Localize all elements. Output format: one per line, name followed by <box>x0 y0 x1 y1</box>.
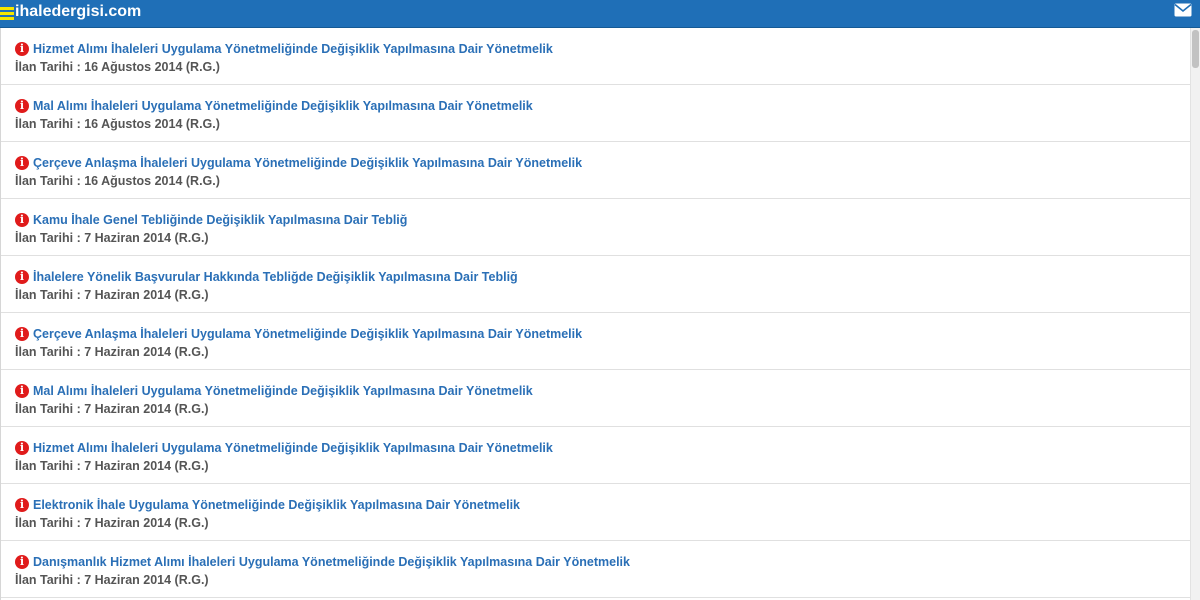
hamburger-menu-icon[interactable] <box>0 7 14 21</box>
list-item: i Hizmet Alımı İhaleleri Uygulama Yönetm… <box>1 28 1190 85</box>
info-icon: i <box>15 441 29 455</box>
site-title[interactable]: ihaledergisi.com <box>15 3 141 21</box>
item-date: İlan Tarihi : 7 Haziran 2014 (R.G.) <box>15 459 209 473</box>
scrollbar-thumb[interactable] <box>1192 30 1199 68</box>
list-item: i Elektronik İhale Uygulama Yönetmeliğin… <box>1 484 1190 541</box>
info-icon: i <box>15 213 29 227</box>
item-date: İlan Tarihi : 7 Haziran 2014 (R.G.) <box>15 573 209 587</box>
item-title-link[interactable]: Elektronik İhale Uygulama Yönetmeliğinde… <box>33 497 1190 513</box>
info-icon: i <box>15 498 29 512</box>
top-bar: ihaledergisi.com <box>0 0 1200 28</box>
item-title-link[interactable]: Mal Alımı İhaleleri Uygulama Yönetmeliği… <box>33 98 1190 114</box>
announcement-list: i Hizmet Alımı İhaleleri Uygulama Yönetm… <box>0 28 1190 600</box>
info-icon: i <box>15 42 29 56</box>
info-icon: i <box>15 555 29 569</box>
item-title-link[interactable]: Kamu İhale Genel Tebliğinde Değişiklik Y… <box>33 212 1190 228</box>
list-item: i Danışmanlık Hizmet Alımı İhaleleri Uyg… <box>1 541 1190 598</box>
info-icon: i <box>15 327 29 341</box>
item-date: İlan Tarihi : 16 Ağustos 2014 (R.G.) <box>15 174 220 188</box>
item-date: İlan Tarihi : 7 Haziran 2014 (R.G.) <box>15 516 209 530</box>
item-title-link[interactable]: Mal Alımı İhaleleri Uygulama Yönetmeliği… <box>33 383 1190 399</box>
info-icon: i <box>15 99 29 113</box>
item-date: İlan Tarihi : 16 Ağustos 2014 (R.G.) <box>15 117 220 131</box>
envelope-icon[interactable] <box>1174 3 1192 17</box>
item-title-link[interactable]: Çerçeve Anlaşma İhaleleri Uygulama Yönet… <box>33 155 1190 171</box>
list-item: i Kamu İhale Genel Tebliğinde Değişiklik… <box>1 199 1190 256</box>
item-date: İlan Tarihi : 7 Haziran 2014 (R.G.) <box>15 231 209 245</box>
list-item: i Mal Alımı İhaleleri Uygulama Yönetmeli… <box>1 370 1190 427</box>
info-icon: i <box>15 156 29 170</box>
list-item: i Çerçeve Anlaşma İhaleleri Uygulama Yön… <box>1 313 1190 370</box>
item-title-link[interactable]: Hizmet Alımı İhaleleri Uygulama Yönetmel… <box>33 440 1190 456</box>
vertical-scrollbar[interactable] <box>1190 28 1200 600</box>
info-icon: i <box>15 384 29 398</box>
item-date: İlan Tarihi : 16 Ağustos 2014 (R.G.) <box>15 60 220 74</box>
list-item: i Çerçeve Anlaşma İhaleleri Uygulama Yön… <box>1 142 1190 199</box>
item-title-link[interactable]: İhalelere Yönelik Başvurular Hakkında Te… <box>33 269 1190 285</box>
list-item: i Mal Alımı İhaleleri Uygulama Yönetmeli… <box>1 85 1190 142</box>
item-date: İlan Tarihi : 7 Haziran 2014 (R.G.) <box>15 345 209 359</box>
item-title-link[interactable]: Hizmet Alımı İhaleleri Uygulama Yönetmel… <box>33 41 1190 57</box>
info-icon: i <box>15 270 29 284</box>
list-item: i Hizmet Alımı İhaleleri Uygulama Yönetm… <box>1 427 1190 484</box>
item-title-link[interactable]: Çerçeve Anlaşma İhaleleri Uygulama Yönet… <box>33 326 1190 342</box>
item-date: İlan Tarihi : 7 Haziran 2014 (R.G.) <box>15 402 209 416</box>
list-item: i İhalelere Yönelik Başvurular Hakkında … <box>1 256 1190 313</box>
item-title-link[interactable]: Danışmanlık Hizmet Alımı İhaleleri Uygul… <box>33 554 1190 570</box>
item-date: İlan Tarihi : 7 Haziran 2014 (R.G.) <box>15 288 209 302</box>
